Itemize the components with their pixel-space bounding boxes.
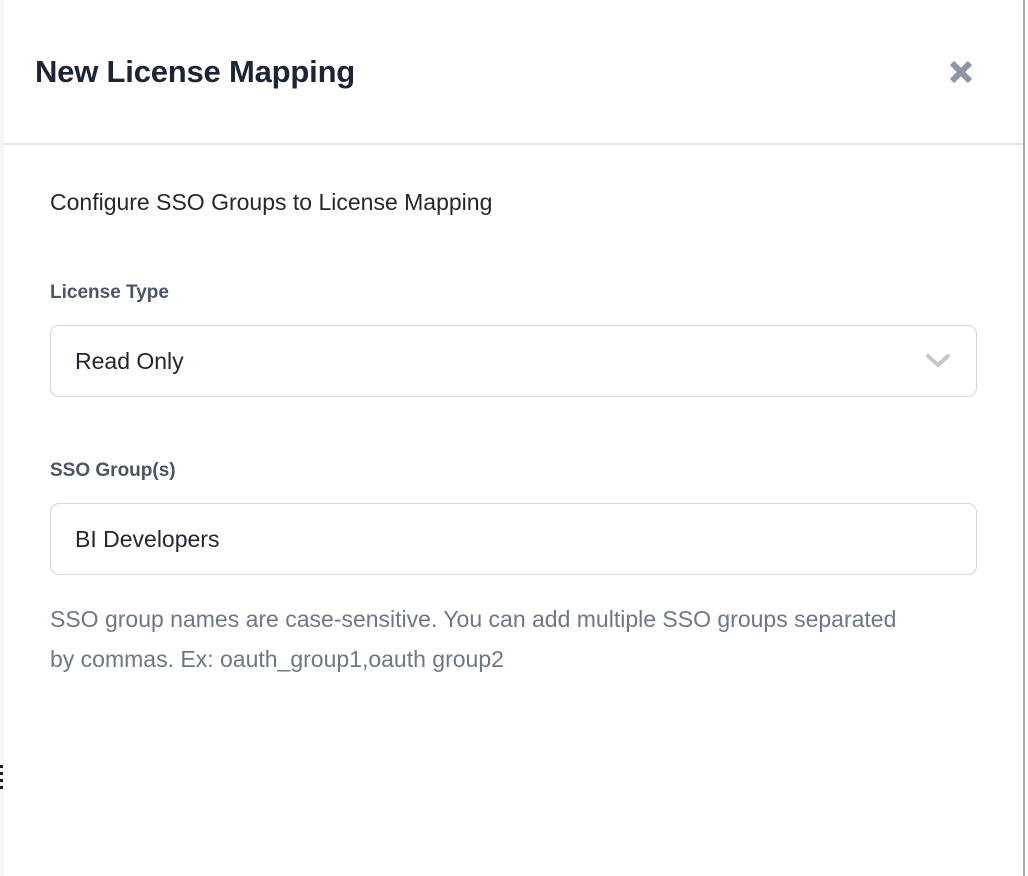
background-page-edge-left	[0, 0, 4, 876]
close-button[interactable]	[941, 52, 981, 92]
dialog-title: New License Mapping	[35, 54, 355, 90]
new-license-mapping-dialog: New License Mapping Configure SSO Groups…	[4, 0, 1023, 876]
sso-groups-label: SSO Group(s)	[50, 460, 977, 482]
sso-groups-help-text: SSO group names are case-sensitive. You …	[50, 599, 918, 679]
dialog-header: New License Mapping	[4, 0, 1023, 145]
license-type-selected-value: Read Only	[75, 348, 184, 375]
dialog-body: Configure SSO Groups to License Mapping …	[4, 145, 1023, 679]
license-type-label: License Type	[50, 282, 977, 304]
sso-groups-input[interactable]	[50, 503, 977, 575]
close-icon	[945, 56, 977, 88]
background-artifact-dash	[0, 772, 3, 775]
background-artifact-dash	[0, 779, 3, 782]
license-type-select[interactable]: Read Only	[50, 325, 977, 397]
background-artifact-dash	[0, 765, 3, 768]
background-page-edge-right	[1023, 0, 1028, 876]
background-artifact-dash	[0, 786, 3, 789]
chevron-down-icon	[924, 352, 952, 370]
dialog-description: Configure SSO Groups to License Mapping	[50, 189, 977, 216]
